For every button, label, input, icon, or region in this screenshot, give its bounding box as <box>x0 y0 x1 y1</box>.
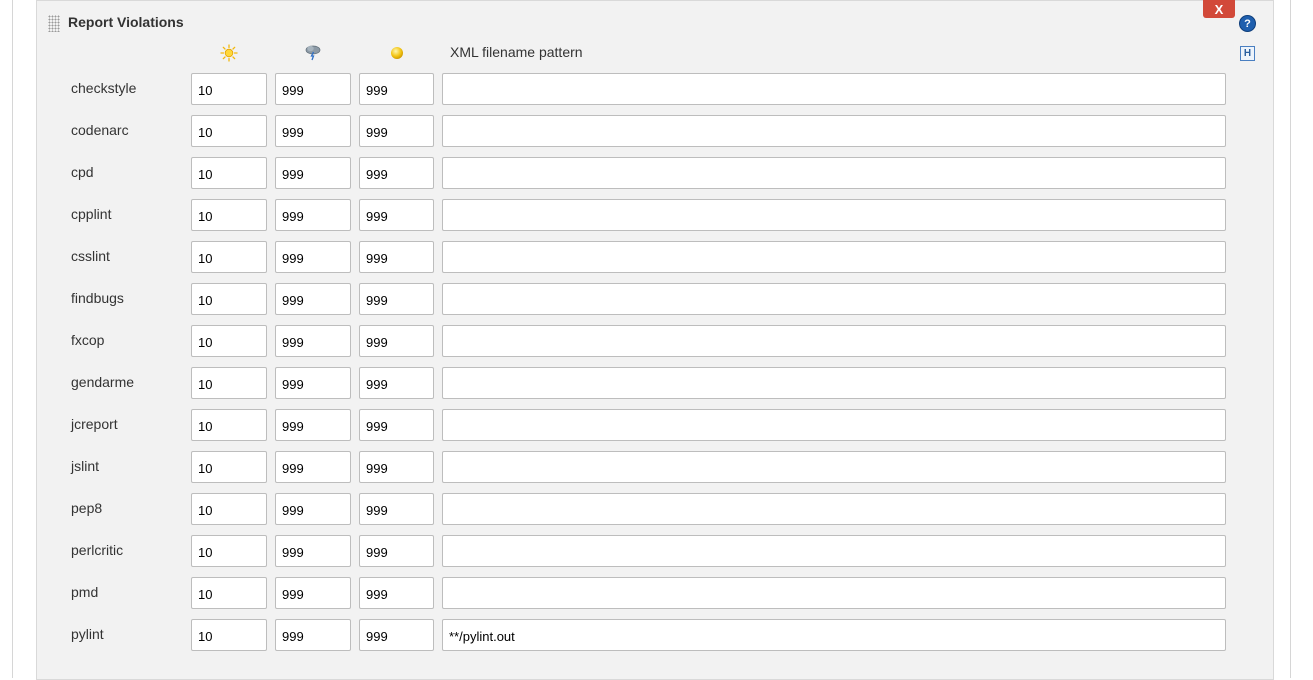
stormy-threshold-input-fxcop[interactable] <box>275 325 351 357</box>
sunny-threshold-input-jslint[interactable] <box>191 451 267 483</box>
sunny-threshold-input-csslint[interactable] <box>191 241 267 273</box>
row-label-jcreport: jcreport <box>71 416 118 432</box>
sunny-threshold-input-cpplint[interactable] <box>191 199 267 231</box>
xml-filename-pattern-input-checkstyle[interactable] <box>442 73 1226 105</box>
unstable-threshold-input-jslint[interactable] <box>359 451 434 483</box>
sunny-threshold-input-jcreport[interactable] <box>191 409 267 441</box>
unstable-threshold-input-gendarme[interactable] <box>359 367 434 399</box>
stormy-threshold-input-codenarc[interactable] <box>275 115 351 147</box>
unstable-threshold-input-checkstyle[interactable] <box>359 73 434 105</box>
row-label-jslint: jslint <box>71 458 100 474</box>
unstable-threshold-input-codenarc[interactable] <box>359 115 434 147</box>
xml-filename-pattern-input-pylint[interactable] <box>442 619 1226 651</box>
unstable-threshold-input-pep8[interactable] <box>359 493 434 525</box>
stormy-threshold-input-checkstyle[interactable] <box>275 73 351 105</box>
xml-filename-pattern-input-pmd[interactable] <box>442 577 1226 609</box>
row-label-cpd: cpd <box>71 164 94 180</box>
unstable-threshold-input-fxcop[interactable] <box>359 325 434 357</box>
sunny-threshold-input-perlcritic[interactable] <box>191 535 267 567</box>
hint-icon[interactable]: H <box>1240 46 1255 61</box>
unstable-threshold-input-pylint[interactable] <box>359 619 434 651</box>
unstable-threshold-input-csslint[interactable] <box>359 241 434 273</box>
sunny-threshold-input-pmd[interactable] <box>191 577 267 609</box>
stormy-threshold-input-jcreport[interactable] <box>275 409 351 441</box>
row-label-gendarme: gendarme <box>71 374 135 390</box>
row-label-pmd: pmd <box>71 584 99 600</box>
xml-filename-pattern-input-cpd[interactable] <box>442 157 1226 189</box>
sunny-threshold-input-gendarme[interactable] <box>191 367 267 399</box>
xml-filename-pattern-input-perlcritic[interactable] <box>442 535 1226 567</box>
xml-filename-pattern-input-jslint[interactable] <box>442 451 1226 483</box>
row-label-pylint: pylint <box>71 626 104 642</box>
stormy-threshold-input-gendarme[interactable] <box>275 367 351 399</box>
sunny-threshold-input-cpd[interactable] <box>191 157 267 189</box>
xml-filename-pattern-input-fxcop[interactable] <box>442 325 1226 357</box>
row-label-findbugs: findbugs <box>71 290 124 306</box>
xml-filename-pattern-input-codenarc[interactable] <box>442 115 1226 147</box>
panel-title: Report Violations <box>68 14 184 30</box>
storm-cloud-icon <box>305 45 321 61</box>
sunny-threshold-input-fxcop[interactable] <box>191 325 267 357</box>
xml-filename-pattern-input-cpplint[interactable] <box>442 199 1226 231</box>
sunny-threshold-input-checkstyle[interactable] <box>191 73 267 105</box>
row-label-cpplint: cpplint <box>71 206 112 222</box>
stormy-threshold-input-pep8[interactable] <box>275 493 351 525</box>
pattern-column-header: XML filename pattern <box>450 44 583 60</box>
row-label-csslint: csslint <box>71 248 110 264</box>
help-icon[interactable]: ? <box>1239 15 1256 32</box>
drag-handle-icon[interactable] <box>48 15 60 32</box>
row-label-fxcop: fxcop <box>71 332 105 348</box>
stormy-threshold-input-jslint[interactable] <box>275 451 351 483</box>
row-label-checkstyle: checkstyle <box>71 80 137 96</box>
stormy-threshold-input-findbugs[interactable] <box>275 283 351 315</box>
unstable-threshold-input-cpplint[interactable] <box>359 199 434 231</box>
unstable-threshold-input-cpd[interactable] <box>359 157 434 189</box>
sunny-threshold-input-findbugs[interactable] <box>191 283 267 315</box>
delete-button[interactable]: X <box>1203 0 1235 18</box>
sun-icon <box>220 44 238 62</box>
stormy-threshold-input-pylint[interactable] <box>275 619 351 651</box>
unstable-threshold-input-jcreport[interactable] <box>359 409 434 441</box>
row-label-perlcritic: perlcritic <box>71 542 124 558</box>
xml-filename-pattern-input-pep8[interactable] <box>442 493 1226 525</box>
stormy-threshold-input-pmd[interactable] <box>275 577 351 609</box>
unstable-threshold-input-pmd[interactable] <box>359 577 434 609</box>
unstable-threshold-input-findbugs[interactable] <box>359 283 434 315</box>
xml-filename-pattern-input-gendarme[interactable] <box>442 367 1226 399</box>
sunny-threshold-input-pylint[interactable] <box>191 619 267 651</box>
stormy-threshold-input-cpd[interactable] <box>275 157 351 189</box>
xml-filename-pattern-input-findbugs[interactable] <box>442 283 1226 315</box>
sunny-threshold-input-codenarc[interactable] <box>191 115 267 147</box>
row-label-codenarc: codenarc <box>71 122 129 138</box>
stormy-threshold-input-csslint[interactable] <box>275 241 351 273</box>
yellow-ball-icon <box>391 47 403 59</box>
sunny-threshold-input-pep8[interactable] <box>191 493 267 525</box>
xml-filename-pattern-input-jcreport[interactable] <box>442 409 1226 441</box>
xml-filename-pattern-input-csslint[interactable] <box>442 241 1226 273</box>
unstable-threshold-input-perlcritic[interactable] <box>359 535 434 567</box>
row-label-pep8: pep8 <box>71 500 103 516</box>
stormy-threshold-input-cpplint[interactable] <box>275 199 351 231</box>
stormy-threshold-input-perlcritic[interactable] <box>275 535 351 567</box>
